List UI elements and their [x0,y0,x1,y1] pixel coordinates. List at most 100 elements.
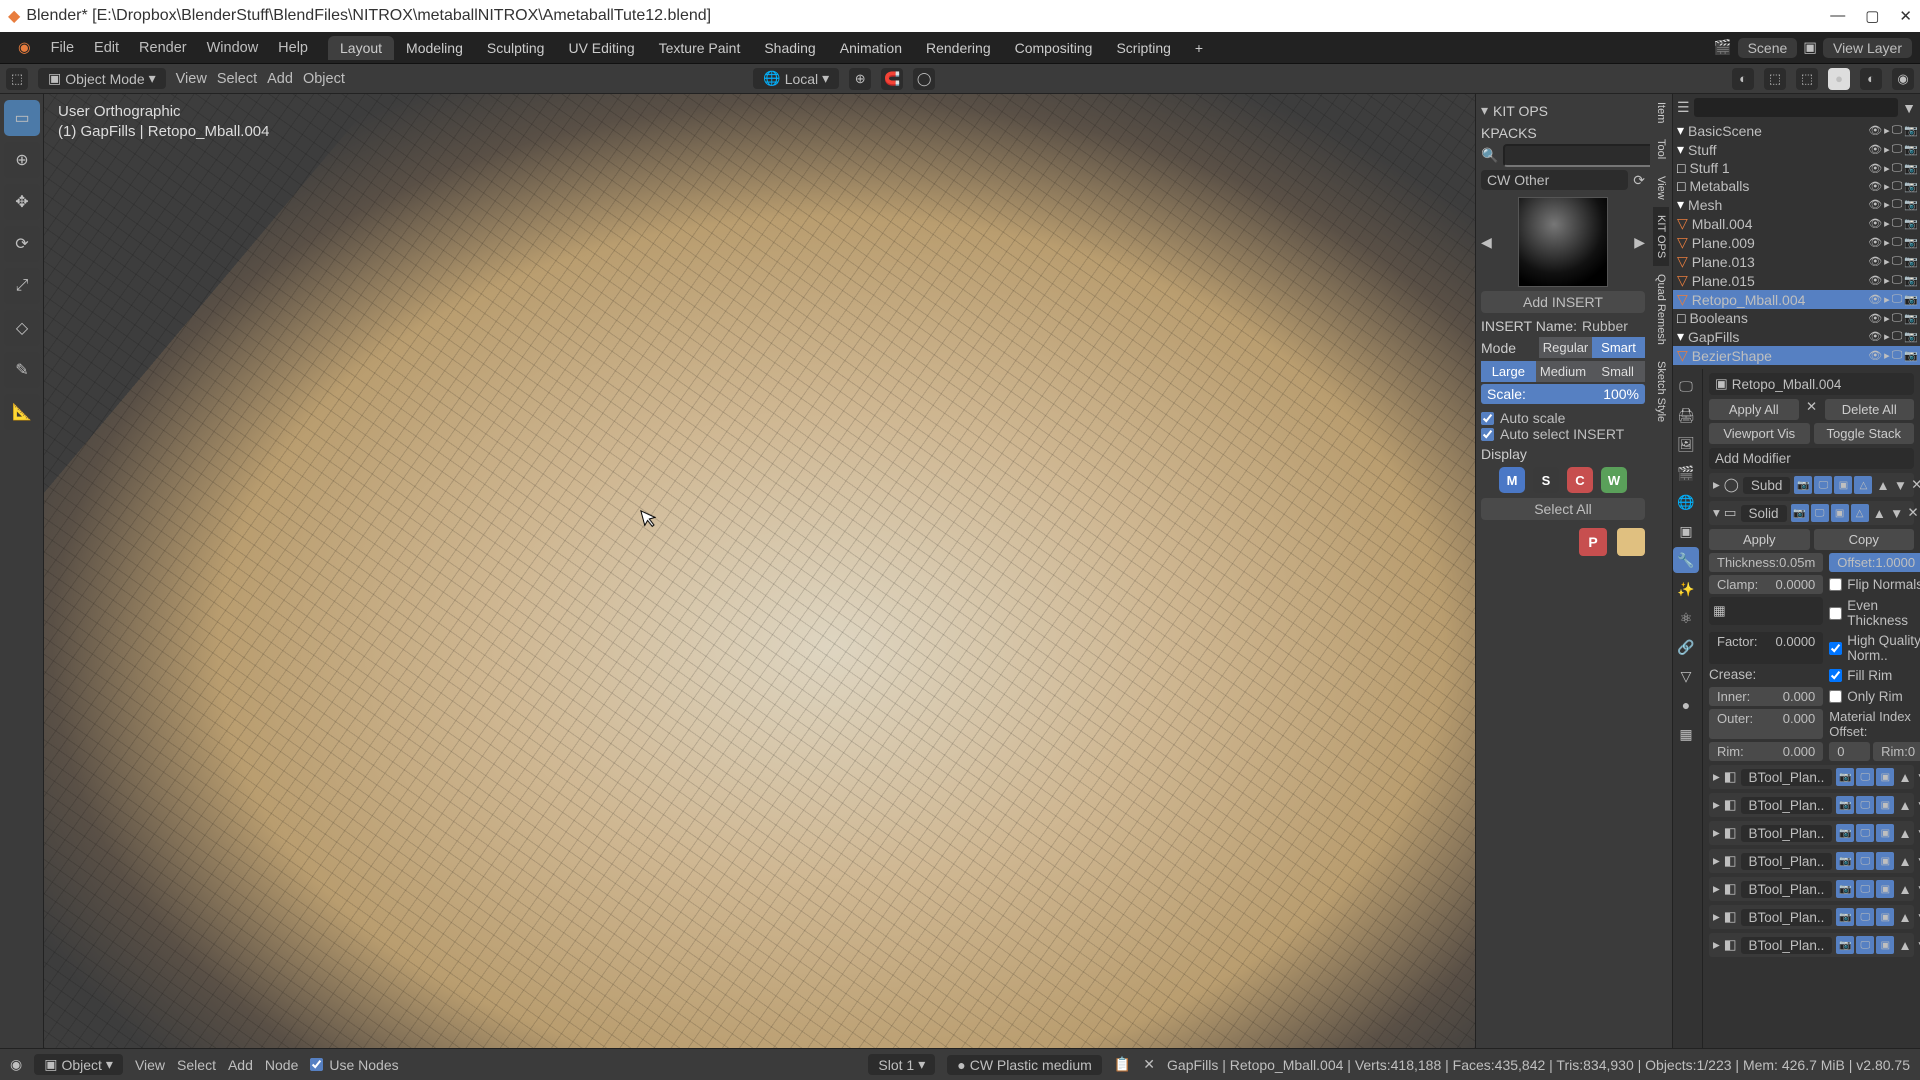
breadcrumb-object[interactable]: Retopo_Mball.004 [1732,377,1842,392]
shading-solid-icon[interactable]: ● [1828,68,1850,90]
render-toggle-icon[interactable]: 📷 [1791,504,1809,522]
move-up-icon[interactable]: ▲ [1898,854,1911,869]
offset-value[interactable]: 1.0000 [1875,555,1915,570]
delete-modifier-icon[interactable]: ✕ [1907,505,1918,521]
render-icon[interactable]: 📷 [1904,217,1918,230]
move-up-icon[interactable]: ▲ [1876,478,1889,493]
tool-scale[interactable]: ⤢ [4,268,40,304]
eye-icon[interactable]: 👁 [1868,330,1882,343]
tool-cursor[interactable]: ⊕ [4,142,40,178]
expand-icon[interactable]: ▸ [1713,881,1720,897]
outliner-type-icon[interactable]: ☰ [1677,99,1690,116]
refresh-icon[interactable]: ⟳ [1633,172,1645,189]
modifier-btool[interactable]: ▸◧BTool_Plan..📷🖵▣▲▼✕ [1709,849,1914,873]
viewlayer-dropdown[interactable]: View Layer [1823,38,1912,58]
outliner-item[interactable]: ▽BezierShape👁▸🖵📷 [1673,346,1920,365]
pivot-icon[interactable]: ⊕ [849,68,871,90]
tab-shading[interactable]: Shading [752,36,827,60]
vtab-quadremesh[interactable]: Quad Remesh [1653,266,1669,353]
auto-select-checkbox[interactable] [1481,428,1494,441]
menu-render[interactable]: Render [129,40,197,56]
viewport-toggle-icon[interactable]: 🖵 [1856,880,1874,898]
rim-value[interactable]: 0.000 [1783,744,1816,759]
expand-icon[interactable]: ▸ [1713,477,1720,493]
select-icon[interactable]: ▸ [1884,162,1890,175]
use-nodes-checkbox[interactable] [310,1058,323,1071]
inner-value[interactable]: 0.000 [1783,689,1816,704]
render-icon[interactable]: 📷 [1904,198,1918,211]
select-icon[interactable]: ▸ [1884,274,1890,287]
tab-uv-editing[interactable]: UV Editing [556,36,646,60]
vtab-tool[interactable]: Tool [1653,131,1669,167]
eye-icon[interactable]: 👁 [1868,124,1882,137]
prop-tab-object[interactable]: ▣ [1673,518,1699,544]
tool-move[interactable]: ✥ [4,184,40,220]
prop-tab-world[interactable]: 🌐 [1673,489,1699,515]
tab-scripting[interactable]: Scripting [1104,36,1182,60]
render-icon[interactable]: 📷 [1904,274,1918,287]
tool-rotate[interactable]: ⟳ [4,226,40,262]
outliner-search-input[interactable] [1694,98,1899,117]
material-new-icon[interactable]: 📋 [1114,1056,1131,1073]
shading-matcap-icon[interactable]: ◐ [1860,68,1882,90]
vtab-sketchstyle[interactable]: Sketch Style [1653,353,1669,430]
blender-icon[interactable]: ◉ [8,40,41,56]
move-up-icon[interactable]: ▲ [1898,882,1911,897]
eye-icon[interactable]: 👁 [1868,293,1882,306]
select-icon[interactable]: ▸ [1884,143,1890,156]
expand-icon[interactable]: ▸ [1713,853,1720,869]
only-rim-checkbox[interactable] [1829,690,1842,703]
render-toggle-icon[interactable]: 📷 [1836,880,1854,898]
disable-icon[interactable]: 🖵 [1892,330,1903,343]
eye-icon[interactable]: 👁 [1868,217,1882,230]
prop-tab-mesh[interactable]: ▽ [1673,663,1699,689]
disable-icon[interactable]: 🖵 [1892,293,1903,306]
select-icon[interactable]: ▸ [1884,255,1890,268]
expand-icon[interactable]: ▾ [1713,505,1720,521]
move-down-icon[interactable]: ▼ [1916,798,1920,813]
overlay-icon[interactable]: ◐ [1732,68,1754,90]
fill-rim-checkbox[interactable] [1829,669,1842,682]
viewport-toggle-icon[interactable]: 🖵 [1856,768,1874,786]
prop-tab-render[interactable]: 🖵 [1673,373,1699,399]
xray-icon[interactable]: ⬚ [1764,68,1786,90]
render-icon[interactable]: 📷 [1904,293,1918,306]
menu-edit[interactable]: Edit [84,40,129,56]
editmode-toggle-icon[interactable]: ▣ [1834,476,1852,494]
move-down-icon[interactable]: ▼ [1916,938,1920,953]
render-icon[interactable]: 📷 [1904,255,1918,268]
mat-index-value[interactable]: 0 [1837,744,1844,759]
editmode-toggle-icon[interactable]: ▣ [1831,504,1849,522]
render-toggle-icon[interactable]: 📷 [1836,936,1854,954]
viewport-toggle-icon[interactable]: 🖵 [1856,796,1874,814]
outliner-item[interactable]: ▽Plane.009👁▸🖵📷 [1673,233,1920,252]
thickness-value[interactable]: 0.05m [1779,555,1815,570]
p-button[interactable]: P [1579,528,1607,556]
cage-toggle-icon[interactable]: △ [1851,504,1869,522]
outliner-item[interactable]: ▽Plane.013👁▸🖵📷 [1673,252,1920,271]
disable-icon[interactable]: 🖵 [1892,198,1903,211]
viewport-toggle-icon[interactable]: 🖵 [1856,908,1874,926]
outliner-item[interactable]: ▽Plane.015👁▸🖵📷 [1673,271,1920,290]
modifier-btool[interactable]: ▸◧BTool_Plan..📷🖵▣▲▼✕ [1709,933,1914,957]
outliner-item[interactable]: ▽Mball.004👁▸🖵📷 [1673,214,1920,233]
material-dropdown[interactable]: ●CW Plastic medium [947,1055,1102,1075]
render-icon[interactable]: 📷 [1904,162,1918,175]
move-up-icon[interactable]: ▲ [1898,826,1911,841]
size-large[interactable]: Large [1481,361,1536,382]
prop-tab-modifier[interactable]: 🔧 [1673,547,1699,573]
outliner-item[interactable]: ▾BasicScene👁▸🖵📷 [1673,121,1920,140]
header-view[interactable]: View [176,71,207,87]
editmode-toggle-icon[interactable]: ▣ [1876,880,1894,898]
eye-icon[interactable]: 👁 [1868,349,1882,362]
render-toggle-icon[interactable]: 📷 [1836,796,1854,814]
scale-value[interactable]: 100% [1603,386,1639,402]
menu-file[interactable]: File [41,40,84,56]
header-select[interactable]: Select [217,71,257,87]
modifier-subd[interactable]: ▸ ◯ Subd 📷🖵▣△ ▲▼✕ [1709,473,1914,497]
viewport-toggle-icon[interactable]: 🖵 [1856,936,1874,954]
eye-icon[interactable]: 👁 [1868,274,1882,287]
flip-normals-checkbox[interactable] [1829,578,1842,591]
modifier-solid[interactable]: ▾ ▭ Solid 📷🖵▣△ ▲▼✕ [1709,501,1914,525]
select-icon[interactable]: ▸ [1884,180,1890,193]
